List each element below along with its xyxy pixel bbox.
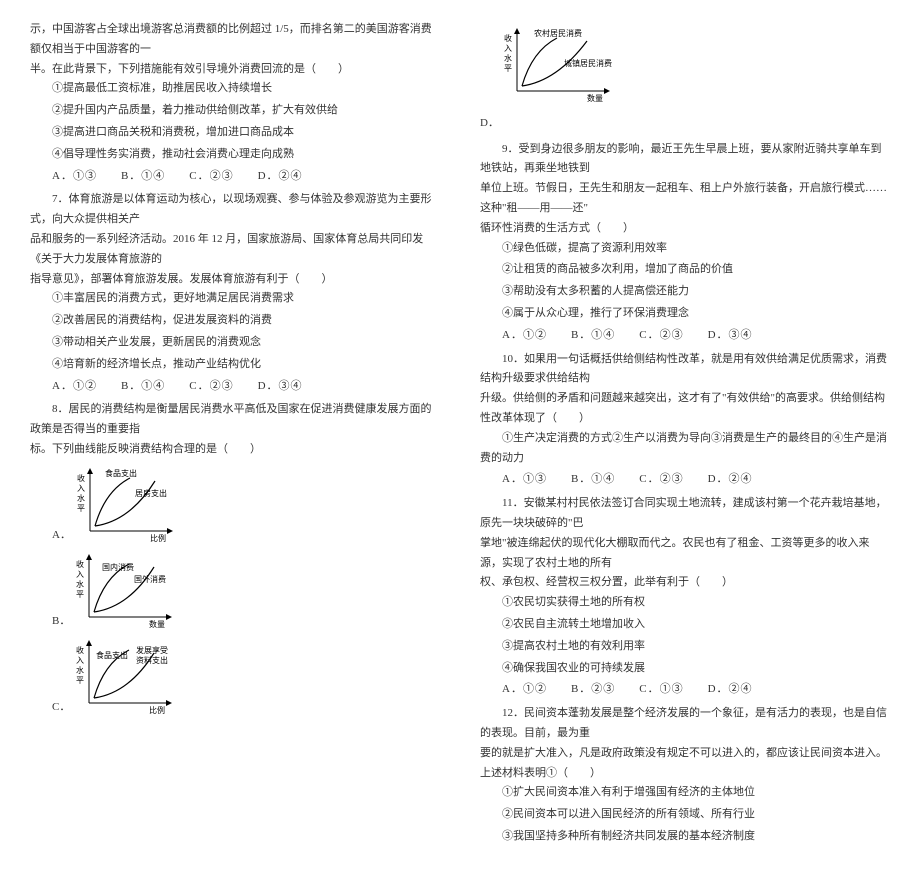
q12-option-3: ③我国坚持多种所有制经济共同发展的基本经济制度 — [480, 827, 890, 847]
chart-c-label: C． — [52, 698, 70, 718]
chart-b-label: B． — [52, 612, 70, 632]
chart-c-container: C． 收 入 水 平 食品支出 发展享受 资料支出 比例 — [52, 638, 440, 718]
q11-line-2: 掌地"被连绵起伏的现代化大棚取而代之。农民也有了租金、工资等更多的收入来源，实现… — [480, 534, 890, 574]
q6-option-1: ①提高最低工资标准，助推居民收入持续增长 — [30, 79, 440, 99]
q7-option-4: ④培育新的经济增长点，推动产业结构优化 — [30, 355, 440, 375]
svg-text:收: 收 — [76, 559, 84, 569]
q11-option-2: ②农民自主流转土地增加收入 — [480, 615, 890, 635]
chart-a-ylabel-1: 收 — [77, 473, 85, 483]
q11-option-3: ③提高农村土地的有效利用率 — [480, 637, 890, 657]
svg-text:平: 平 — [77, 504, 85, 513]
q9-option-1: ①绿色低碳，提高了资源利用效率 — [480, 239, 890, 259]
chart-c-curve1-label: 食品支出 — [96, 650, 128, 660]
q12-option-2: ②民间资本可以进入国民经济的所有领域、所有行业 — [480, 805, 890, 825]
q7-option-2: ②改善居民的消费结构，促进发展资料的消费 — [30, 311, 440, 331]
chart-c-curve2-label-1: 发展享受 — [136, 645, 168, 655]
q11-line-3: 权、承包权、经营权三权分置，此举有利于（ ） — [480, 573, 890, 593]
chart-c-xlabel: 比例 — [149, 705, 165, 715]
q8-line-2: 标。下列曲线能反映消费结构合理的是（ ） — [30, 440, 440, 460]
q6-option-3: ③提高进口商品关税和消费税，增加进口商品成本 — [30, 123, 440, 143]
svg-text:平: 平 — [76, 676, 84, 685]
q6-intro-1: 示，中国游客占全球出境游客总消费额的比例超过 1/5，而排名第二的美国游客消费额… — [30, 20, 440, 60]
q12-line-2: 要的就是扩大准入，凡是政府政策没有规定不可以进入的，都应该让民间资本进入。上述材… — [480, 744, 890, 784]
svg-text:入: 入 — [76, 570, 84, 579]
q7-line-2: 品和服务的一系列经济活动。2016 年 12 月，国家旅游局、国家体育总局共同印… — [30, 230, 440, 270]
chart-b-curve2-label: 国外消费 — [134, 574, 166, 584]
q9-line-2: 单位上班。节假日，王先生和朋友一起租车、租上户外旅行装备，开启旅行模式……这种"… — [480, 179, 890, 219]
q9-option-4: ④属于从众心理，推行了环保消费理念 — [480, 304, 890, 324]
chart-d-svg: 收 入 水 平 农村居民消费 城镇居民消费 数量 — [502, 26, 632, 106]
chart-a-curve1-label: 食品支出 — [105, 468, 137, 478]
q7-choices: A．①② B．①④ C．②③ D．③④ — [30, 377, 440, 397]
q11-option-1: ①农民切实获得土地的所有权 — [480, 593, 890, 613]
q6-choices: A．①③ B．①④ C．②③ D．②④ — [30, 167, 440, 187]
left-column: 示，中国游客占全球出境游客总消费额的比例超过 1/5，而排名第二的美国游客消费额… — [30, 20, 440, 849]
svg-text:收: 收 — [76, 645, 84, 655]
chart-d-container: 收 入 水 平 农村居民消费 城镇居民消费 数量 D． — [480, 26, 890, 134]
q9-line-1: 9．受到身边很多朋友的影响，最近王先生早晨上班，要从家附近骑共享单车到地铁站，再… — [480, 140, 890, 180]
chart-d-label: D． — [480, 114, 890, 134]
svg-text:入: 入 — [77, 484, 85, 493]
svg-text:水: 水 — [504, 53, 512, 63]
q9-option-3: ③帮助没有太多积蓄的人提高偿还能力 — [480, 282, 890, 302]
q9-choices: A．①② B．①④ C．②③ D．③④ — [480, 326, 890, 346]
q6-intro-2: 半。在此背景下，下列措施能有效引导境外消费回流的是（ ） — [30, 60, 440, 80]
chart-d-curve2-label: 城镇居民消费 — [564, 58, 612, 68]
chart-d-curve1-label: 农村居民消费 — [534, 28, 582, 38]
q9-option-2: ②让租赁的商品被多次利用，增加了商品的价值 — [480, 260, 890, 280]
chart-c-svg: 收 入 水 平 食品支出 发展享受 资料支出 比例 — [74, 638, 194, 718]
q8-line-1: 8．居民的消费结构是衡量居民消费水平高低及国家在促进消费健康发展方面的政策是否得… — [30, 400, 440, 440]
chart-c-curve2-label-2: 资料支出 — [136, 655, 168, 665]
svg-text:入: 入 — [504, 44, 512, 53]
q7-option-3: ③带动相关产业发展，更新居民的消费观念 — [30, 333, 440, 353]
svg-text:平: 平 — [76, 590, 84, 599]
q6-option-4: ④倡导理性务实消费，推动社会消费心理走向成熟 — [30, 145, 440, 165]
q7-option-1: ①丰富居民的消费方式，更好地满足居民消费需求 — [30, 289, 440, 309]
chart-a-svg: 收 入 水 平 食品支出 居房支出 比例 — [75, 466, 185, 546]
chart-b-container: B． 收 入 水 平 国内消费 国外消费 数量 — [52, 552, 440, 632]
q11-line-1: 11．安徽某村村民依法签订合同实现土地流转，建成该村第一个花卉栽培基地，原先一块… — [480, 494, 890, 534]
chart-b-svg: 收 入 水 平 国内消费 国外消费 数量 — [74, 552, 184, 632]
q10-option-1: ①生产决定消费的方式②生产以消费为导向③消费是生产的最终目的④生产是消费的动力 — [480, 429, 890, 469]
q7-line-3: 指导意见》，部署体育旅游发展。发展体育旅游有利于（ ） — [30, 270, 440, 290]
q12-option-1: ①扩大民间资本准入有利于增强国有经济的主体地位 — [480, 783, 890, 803]
q11-option-4: ④确保我国农业的可持续发展 — [480, 659, 890, 679]
svg-text:水: 水 — [77, 493, 85, 503]
svg-text:水: 水 — [76, 579, 84, 589]
q10-choices: A．①③ B．①④ C．②③ D．②④ — [480, 470, 890, 490]
chart-b-curve1-label: 国内消费 — [102, 562, 134, 572]
svg-text:入: 入 — [76, 656, 84, 665]
svg-text:收: 收 — [504, 33, 512, 43]
chart-a-container: A． 收 入 水 平 食品支出 居房支出 比例 — [52, 466, 440, 546]
chart-b-xlabel: 数量 — [149, 619, 165, 629]
q11-choices: A．①② B．②③ C．①③ D．②④ — [480, 680, 890, 700]
chart-a-curve2-label: 居房支出 — [135, 488, 167, 498]
svg-text:平: 平 — [504, 64, 512, 73]
chart-a-xlabel: 比例 — [150, 533, 166, 543]
q7-line-1: 7．体育旅游是以体育运动为核心，以现场观赛、参与体验及参观游览为主要形式，向大众… — [30, 190, 440, 230]
q6-option-2: ②提升国内产品质量，着力推动供给侧改革，扩大有效供给 — [30, 101, 440, 121]
chart-a-label: A． — [52, 526, 71, 546]
q10-line-1: 10．如果用一句话概括供给侧结构性改革，就是用有效供给满足优质需求，消费结构升级… — [480, 350, 890, 390]
q12-line-1: 12．民间资本蓬勃发展是整个经济发展的一个象征，是有活力的表现，也是自信的表现。… — [480, 704, 890, 744]
right-column: 收 入 水 平 农村居民消费 城镇居民消费 数量 D． 9．受到身边很多朋友的影… — [480, 20, 890, 849]
chart-d-xlabel: 数量 — [587, 93, 603, 103]
svg-text:水: 水 — [76, 665, 84, 675]
q9-line-3: 循环性消费的生活方式（ ） — [480, 219, 890, 239]
q10-line-2: 升级。供给侧的矛盾和问题越来越突出，这才有了"有效供给"的高要求。供给侧结构性改… — [480, 389, 890, 429]
